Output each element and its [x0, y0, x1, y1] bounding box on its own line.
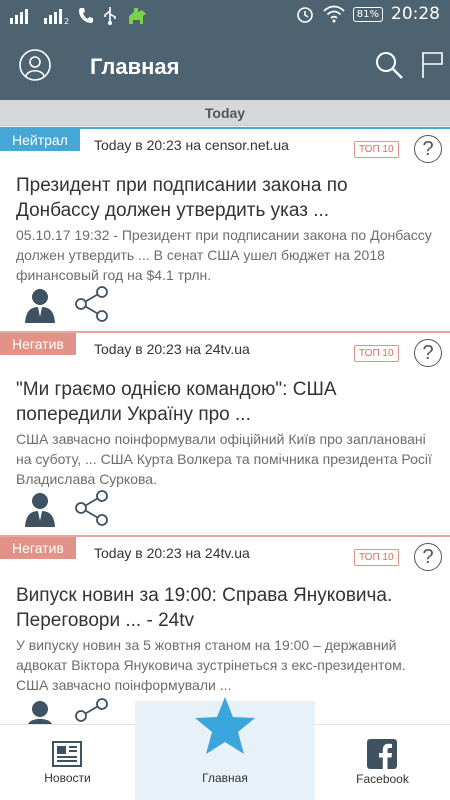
news-headline[interactable]: Президент при подписании закона по Донба… — [16, 173, 436, 223]
share-icon[interactable] — [74, 489, 110, 527]
help-button[interactable]: ? — [414, 135, 442, 163]
news-card[interactable]: Нейтрал Today в 20:23 на censor.net.ua Т… — [0, 127, 450, 331]
search-icon[interactable] — [374, 50, 404, 80]
phone-icon — [79, 8, 93, 23]
news-snippet: У випуску новин за 5 жовтня станом на 19… — [16, 637, 406, 693]
nav-news[interactable]: Новости — [0, 725, 135, 800]
person-icon[interactable] — [24, 491, 56, 527]
sentiment-tag: Нейтрал — [0, 129, 80, 151]
status-icons-left: 2 — [10, 6, 148, 26]
news-snippet: 05.10.17 19:32 - Президент при подписани… — [16, 227, 432, 283]
share-icon[interactable] — [74, 697, 110, 725]
news-meta: Today в 20:23 на 24tv.ua — [94, 545, 250, 561]
signal-icon — [10, 9, 28, 24]
battery-indicator: 81% — [352, 6, 383, 22]
help-button[interactable]: ? — [414, 543, 442, 571]
app-bar: Главная — [0, 32, 450, 100]
top10-badge: ТОП 10 — [354, 345, 399, 362]
alarm-icon — [296, 7, 313, 23]
person-icon[interactable] — [24, 287, 56, 323]
svg-text:2: 2 — [64, 17, 69, 24]
sentiment-tag: Негатив — [0, 537, 76, 559]
page-title: Главная — [90, 54, 180, 79]
person-icon[interactable] — [24, 699, 56, 725]
profile-icon[interactable] — [18, 48, 52, 82]
news-headline[interactable]: Випуск новин за 19:00: Справа Януковича.… — [16, 583, 436, 633]
usb-icon — [104, 7, 116, 25]
nav-facebook-label: Facebook — [356, 772, 409, 786]
star-icon — [195, 697, 255, 754]
share-icon[interactable] — [74, 285, 110, 323]
news-card[interactable]: Негатив Today в 20:23 на 24tv.ua ТОП 10 … — [0, 331, 450, 535]
news-headline[interactable]: "Ми граємо однією командою": США поперед… — [16, 377, 436, 427]
status-icons-right: 81% 20:28 — [295, 4, 440, 24]
nav-home-label: Главная — [202, 771, 248, 785]
clock: 20:28 — [391, 4, 440, 24]
signal-2-icon: 2 — [44, 9, 69, 24]
newspaper-icon — [52, 741, 82, 767]
news-meta: Today в 20:23 на censor.net.ua — [94, 137, 289, 153]
nav-facebook[interactable]: Facebook — [315, 725, 450, 800]
section-header: Today — [0, 100, 450, 126]
status-bar: 2 81% 20:28 — [0, 0, 450, 32]
nav-news-label: Новости — [44, 771, 91, 785]
nav-home[interactable]: Главная — [135, 697, 315, 800]
help-button[interactable]: ? — [414, 339, 442, 367]
news-snippet: США завчасно поінформували офіційний Киї… — [16, 431, 432, 487]
flag-icon[interactable] — [420, 50, 446, 80]
top10-badge: ТОП 10 — [354, 141, 399, 158]
wifi-icon — [323, 5, 345, 23]
facebook-icon — [367, 739, 397, 769]
bottom-navigation: Новости Главная Facebook — [0, 697, 450, 800]
android-icon — [129, 8, 146, 24]
news-meta: Today в 20:23 на 24tv.ua — [94, 341, 250, 357]
sentiment-tag: Негатив — [0, 333, 76, 355]
top10-badge: ТОП 10 — [354, 549, 399, 566]
news-feed[interactable]: Нейтрал Today в 20:23 на censor.net.ua Т… — [0, 127, 450, 725]
